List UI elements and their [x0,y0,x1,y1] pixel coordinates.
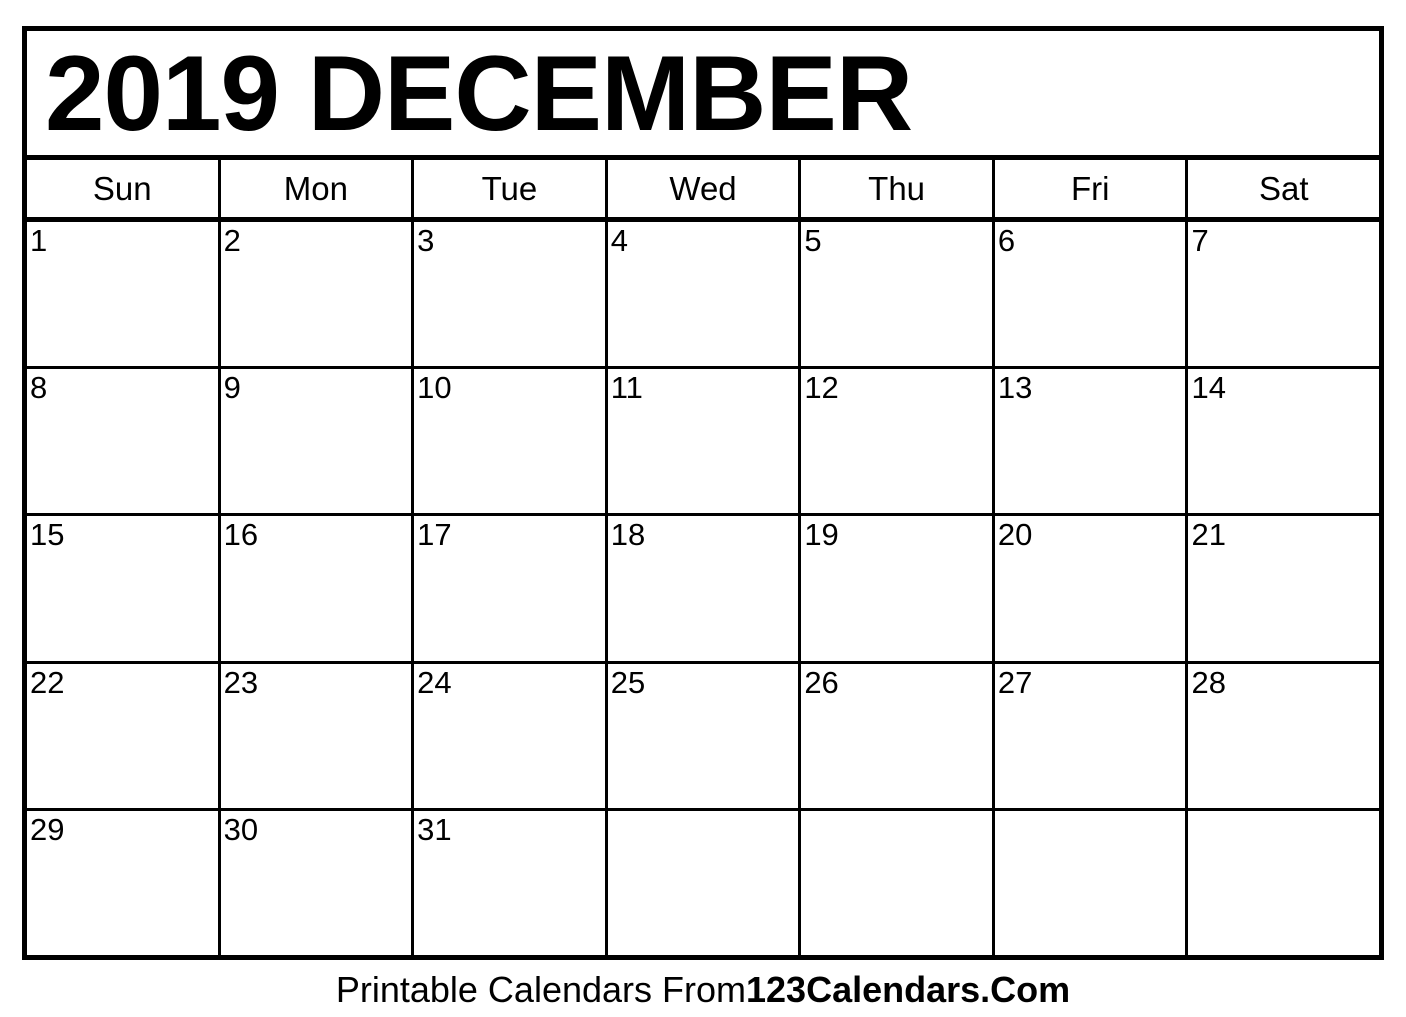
day-cell[interactable]: 2 [221,222,415,367]
day-number: 20 [997,517,1033,553]
day-number: 1 [30,223,48,258]
weekday-label: Sun [92,170,152,207]
day-number: 29 [30,811,65,847]
day-cell[interactable]: 26 [801,663,995,808]
day-cell[interactable]: 7 [1188,222,1379,366]
day-cell[interactable]: 27 [995,663,1189,808]
day-number: 13 [997,370,1033,406]
day-number: 18 [610,517,646,553]
day-number: 9 [223,370,241,406]
calendar-page: 2019 DECEMBER Sun Mon Tue Wed Thu Fri Sa… [0,0,1406,1017]
day-number: 4 [610,223,628,258]
day-number: 28 [1191,664,1226,700]
calendar-grid: 2019 DECEMBER Sun Mon Tue Wed Thu Fri Sa… [22,26,1384,960]
week-row: 1 2 3 4 5 6 7 [27,222,1379,370]
day-number: 14 [1191,370,1226,406]
day-number: 11 [610,370,643,406]
day-number: 16 [223,517,259,553]
day-number: 6 [997,223,1016,258]
day-cell[interactable]: 23 [221,663,415,808]
footer-prefix-text: Printable Calendars From [335,968,747,1010]
day-number: 23 [223,664,259,700]
day-number: 15 [30,517,65,553]
day-number: 22 [30,664,65,700]
day-cell[interactable]: 19 [801,516,995,661]
day-cell[interactable]: 6 [995,222,1189,367]
weekday-label: Mon [283,170,348,207]
day-number: 26 [804,664,839,700]
day-cell[interactable]: 14 [1188,369,1379,513]
day-cell[interactable]: 25 [608,663,802,808]
footer-brand-link[interactable]: 123Calendars.Com [746,971,1070,1008]
day-cell[interactable]: 15 [27,516,221,661]
weekday-label: Sat [1258,170,1309,207]
weekday-header-fri: Fri [995,160,1189,217]
weekday-label: Thu [868,170,926,207]
day-number: 21 [1191,517,1226,553]
week-row: 8 9 10 11 12 13 14 [27,369,1379,517]
weekday-header-row: Sun Mon Tue Wed Thu Fri Sat [27,160,1379,222]
day-cell[interactable]: 5 [801,222,995,367]
day-number: 10 [417,370,452,406]
day-number: 5 [804,223,822,258]
day-number: 27 [997,664,1033,700]
day-cell[interactable]: 18 [608,516,802,661]
day-number: 30 [223,811,259,847]
day-number: 3 [417,223,435,258]
day-number: 17 [417,517,452,553]
weekday-label: Tue [481,170,538,207]
weekday-label: Wed [669,170,737,207]
day-cell[interactable]: 20 [995,516,1189,661]
day-number: 19 [804,517,839,553]
day-cell[interactable]: 31 [414,810,608,956]
day-cell[interactable]: 22 [27,663,221,808]
day-cell[interactable]: 24 [414,663,608,808]
day-number: 25 [610,664,646,700]
day-number: 31 [417,811,452,847]
day-number: 24 [417,664,452,700]
day-number: 8 [30,370,48,406]
footer-credit: Printable Calendars From 123Calendars.Co… [335,968,1070,1010]
day-cell-empty[interactable] [801,810,995,956]
day-cell[interactable]: 29 [27,810,221,956]
weekday-header-tue: Tue [414,160,608,217]
footer: Printable Calendars From 123Calendars.Co… [0,962,1406,1017]
day-cell[interactable]: 10 [414,369,608,514]
day-cell[interactable]: 3 [414,222,608,367]
day-cell[interactable]: 11 [608,369,802,514]
day-cell[interactable]: 8 [27,369,221,514]
day-cell[interactable]: 13 [995,369,1189,514]
weekday-header-thu: Thu [801,160,995,217]
weekday-label: Fri [1070,170,1110,207]
week-row: 22 23 24 25 26 27 28 [27,663,1379,811]
weekday-header-mon: Mon [221,160,415,217]
day-cell[interactable]: 21 [1188,516,1379,660]
week-row: 29 30 31 [27,810,1379,956]
day-cell[interactable]: 4 [608,222,802,367]
day-cell[interactable]: 12 [801,369,995,514]
day-cell[interactable]: 30 [221,810,415,956]
calendar-title-band: 2019 DECEMBER [27,31,1379,160]
day-cell-empty[interactable] [995,810,1189,956]
day-cell-empty[interactable] [608,810,802,956]
weekday-header-sat: Sat [1188,160,1379,217]
day-cell[interactable]: 16 [221,516,415,661]
weekday-header-sun: Sun [27,160,221,217]
day-cell-empty[interactable] [1188,811,1379,955]
week-row: 15 16 17 18 19 20 21 [27,516,1379,664]
day-number: 2 [223,223,241,258]
day-number: 12 [804,370,839,406]
day-cell[interactable]: 9 [221,369,415,514]
day-cell[interactable]: 28 [1188,664,1379,808]
day-cell[interactable]: 17 [414,516,608,661]
day-number: 7 [1191,223,1209,258]
weeks-container: 1 2 3 4 5 6 7 8 9 10 11 12 13 14 15 16 1… [27,222,1379,956]
day-cell[interactable]: 1 [27,222,221,367]
page-title: 2019 DECEMBER [45,32,913,153]
weekday-header-wed: Wed [608,160,802,217]
